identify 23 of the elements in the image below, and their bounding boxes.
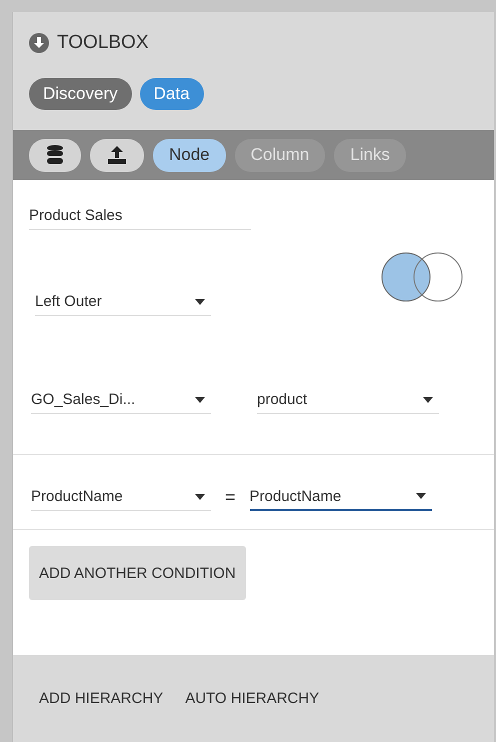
- database-icon: [47, 145, 63, 165]
- tab[interactable]: Discovery: [29, 78, 132, 110]
- join-type-select[interactable]: Left Outer: [35, 288, 211, 316]
- table-select[interactable]: GO_Sales_Di...: [31, 386, 211, 414]
- footer-button[interactable]: AUTO HIERARCHY: [185, 690, 320, 707]
- column-select[interactable]: ProductName: [250, 483, 432, 511]
- caret-icon: [416, 493, 426, 499]
- equals-sign: =: [225, 486, 236, 508]
- caret-icon: [195, 494, 205, 500]
- database-button[interactable]: [29, 138, 81, 172]
- panel-title: TOOLBOX: [57, 32, 149, 54]
- column-select[interactable]: ProductName: [31, 483, 211, 511]
- table-select[interactable]: product: [257, 386, 439, 414]
- toolbar-tab[interactable]: Node: [153, 138, 226, 172]
- caret-icon: [423, 396, 433, 402]
- caret-icon: [195, 396, 205, 402]
- node-name-field[interactable]: Product Sales: [29, 202, 251, 230]
- footer-button[interactable]: ADD HIERARCHY: [39, 690, 164, 707]
- upload-icon: [108, 146, 126, 164]
- caret-icon: [195, 298, 205, 304]
- add-condition-button[interactable]: ADD ANOTHER CONDITION: [29, 546, 246, 600]
- upload-button[interactable]: [90, 138, 144, 172]
- download-circle-icon[interactable]: [29, 33, 49, 53]
